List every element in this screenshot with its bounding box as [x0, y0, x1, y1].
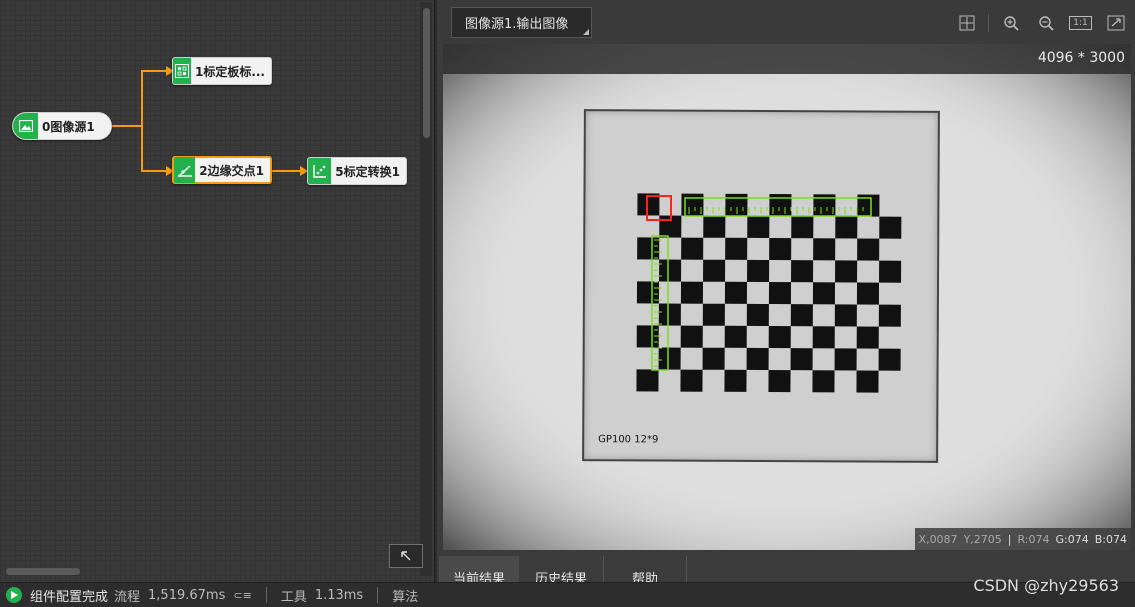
watermark: CSDN @zhy29563	[973, 576, 1119, 595]
flow-time-value: 1,519.67ms	[148, 587, 226, 603]
dropdown-corner-icon	[583, 29, 589, 35]
flow-node-label: 5标定转换1	[335, 164, 400, 179]
status-divider	[377, 587, 379, 603]
scroll-thumb[interactable]	[423, 8, 430, 138]
pixel-info-divider: |	[1007, 532, 1012, 546]
calibration-transform-icon	[308, 158, 332, 184]
toolbar-divider	[988, 14, 989, 32]
flow-node-label: 1标定板标...	[194, 64, 265, 79]
image-panel: 图像源1.输出图像 1:1 GP100 12*9 4096 * 3000 X,0…	[437, 0, 1135, 594]
flow-node-calibration-transform[interactable]: 5标定转换1	[307, 157, 407, 185]
viewer-toolbar: 1:1	[945, 12, 1129, 34]
cursor-y: Y,2705	[963, 532, 1002, 546]
vertical-caliper-roi	[651, 235, 669, 371]
flow-node-calibration-board[interactable]: 1标定板标...	[172, 57, 272, 85]
flow-time-label: 流程	[114, 589, 141, 605]
status-bar: 组件配置完成 流程 1,519.67ms ⊂≡ 工具 1.13ms 算法	[0, 582, 1135, 607]
cursor-x: X,0087	[918, 532, 958, 546]
scroll-thumb[interactable]	[6, 568, 80, 575]
edge-intersection-icon	[174, 157, 196, 183]
image-viewport[interactable]: GP100 12*9 4096 * 3000 X,0087 Y,2705 | R…	[443, 44, 1131, 550]
viewer-header: 图像源1.输出图像 1:1	[437, 0, 1135, 44]
actual-size-icon: 1:1	[1069, 16, 1092, 30]
app-window: 0图像源1 1标定板标... 2边缘交点1 5标定转换1 图像源1.输出图像 1…	[0, 0, 1135, 607]
crosshair-button[interactable]	[953, 12, 980, 34]
status-divider	[265, 587, 267, 603]
zoom-in-button[interactable]	[997, 12, 1024, 34]
fit-window-button[interactable]	[1102, 12, 1129, 34]
collapse-button[interactable]	[389, 544, 423, 568]
run-status-icon[interactable]	[6, 587, 22, 603]
fit-window-icon	[1107, 15, 1124, 31]
zoom-out-icon	[1038, 16, 1054, 31]
pixel-r: R:074	[1017, 532, 1050, 546]
image-resolution: 4096 * 3000	[1037, 50, 1125, 66]
connector-0-1	[112, 70, 166, 127]
image-output-label: 图像源1.输出图像	[465, 17, 569, 32]
flow-details-icon[interactable]: ⊂≡	[233, 589, 251, 602]
flow-node-label: 2边缘交点1	[199, 163, 264, 178]
image-output-selector[interactable]: 图像源1.输出图像	[451, 7, 592, 38]
flow-canvas[interactable]: 0图像源1 1标定板标... 2边缘交点1 5标定转换1	[0, 0, 435, 582]
tool-time-value: 1.13ms	[314, 587, 364, 603]
arrow-up-left-icon	[401, 551, 411, 561]
calibration-board-icon	[173, 58, 191, 84]
connector-0-2	[141, 126, 166, 172]
flow-horizontal-scrollbar[interactable]	[0, 565, 420, 577]
image-icon	[13, 113, 38, 139]
crosshair-icon	[959, 15, 974, 31]
flow-node-image-source[interactable]: 0图像源1	[12, 112, 112, 140]
roi-overlay	[646, 195, 872, 371]
flow-vertical-scrollbar[interactable]	[420, 2, 432, 576]
pixel-info-bar: X,0087 Y,2705 | R:074 G:074 B:074	[914, 528, 1131, 550]
actual-size-button[interactable]: 1:1	[1067, 12, 1094, 34]
status-message: 组件配置完成	[30, 589, 109, 605]
pixel-g: G:074	[1055, 532, 1089, 546]
flow-node-label: 0图像源1	[42, 119, 95, 134]
tool-time-label: 工具	[280, 589, 307, 605]
algorithm-time-label: 算法	[392, 589, 419, 605]
intersection-roi-box	[646, 195, 672, 221]
zoom-out-button[interactable]	[1032, 12, 1059, 34]
pixel-b: B:074	[1094, 532, 1127, 546]
flow-node-edge-intersection[interactable]: 2边缘交点1	[172, 156, 272, 184]
zoom-in-icon	[1003, 16, 1019, 31]
